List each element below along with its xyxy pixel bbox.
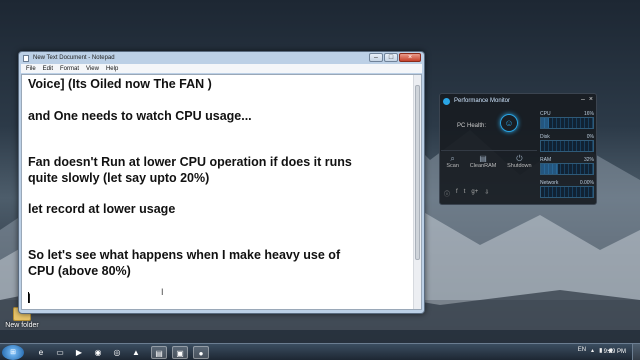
- maximize-button[interactable]: □: [384, 53, 398, 62]
- text-line: Fan doesn't Run at lower CPU operation i…: [28, 155, 352, 169]
- text-line: Voice] (Its Oiled now The FAN ): [28, 77, 212, 91]
- text-line: So let's see what happens when I make he…: [28, 248, 341, 262]
- gadget-left-panel: PC Health: ☺ ⌕ Scan ▤ CleanRAM ⏻ Shutdow…: [441, 109, 537, 204]
- metric-network: Network 0.00%: [538, 178, 596, 200]
- metric-graph: [540, 163, 594, 175]
- gadget-title: Performance Monitor: [454, 98, 511, 104]
- desktop-icon-label: New folder: [5, 322, 39, 329]
- menu-format[interactable]: Format: [60, 66, 79, 72]
- text-line: CPU (above 80%): [28, 264, 131, 278]
- tool-label: Shutdown: [507, 163, 532, 169]
- gadget-tools: ⌕ Scan ▤ CleanRAM ⏻ Shutdown: [441, 150, 537, 169]
- close-icon[interactable]: ×: [589, 96, 593, 103]
- metric-disk: Disk 0%: [538, 132, 596, 154]
- notepad-icon: [23, 54, 29, 62]
- network-icon[interactable]: ▮: [599, 347, 602, 354]
- smiley-icon: ☺: [500, 114, 518, 132]
- taskbar: ⊞ e ▭ ▶ ◉ ◎ ▲ ▤ ▣ ● EN ▴ ▮ ◀ 9:29 PM: [0, 343, 640, 360]
- firefox-icon[interactable]: ◉: [90, 346, 106, 359]
- explorer-icon[interactable]: ▭: [52, 346, 68, 359]
- gadget-header: Performance Monitor: [440, 94, 596, 108]
- info-icon[interactable]: ⓘ: [444, 189, 450, 198]
- shutdown-button[interactable]: ⏻ Shutdown: [507, 154, 531, 169]
- gadget-metrics: CPU 16% Disk 0% RAM 32% Network 0.00%: [538, 109, 596, 204]
- ibeam-cursor-icon: I: [161, 287, 164, 297]
- search-icon: ⌕: [450, 154, 455, 163]
- chrome-icon[interactable]: ◎: [109, 346, 125, 359]
- close-button[interactable]: ×: [399, 53, 421, 62]
- clock[interactable]: 9:29 PM: [604, 349, 626, 355]
- minimize-button[interactable]: –: [369, 53, 383, 62]
- metric-graph: [540, 186, 594, 198]
- menu-edit[interactable]: Edit: [43, 66, 53, 72]
- show-desktop-button[interactable]: [632, 344, 640, 360]
- metric-cpu: CPU 16%: [538, 109, 596, 131]
- minimize-icon[interactable]: –: [581, 96, 585, 103]
- recorder-icon[interactable]: ●: [193, 346, 209, 359]
- memory-icon: ▤: [479, 154, 487, 163]
- window-controls: – □ ×: [369, 53, 421, 62]
- text-caret: [28, 292, 29, 303]
- gadget-controls: – ×: [581, 96, 593, 103]
- scan-button[interactable]: ⌕ Scan: [446, 154, 459, 169]
- metric-graph: [540, 140, 594, 152]
- social-links: ⓘ f t g+ ⇩: [444, 189, 489, 198]
- twitter-icon[interactable]: t: [464, 189, 466, 198]
- metric-ram: RAM 32%: [538, 155, 596, 177]
- vlc-icon[interactable]: ▲: [128, 346, 144, 359]
- notepad-icon[interactable]: ▤: [151, 346, 167, 359]
- text-line: quite slowly (let say upto 20%): [28, 171, 210, 185]
- menu-file[interactable]: File: [26, 66, 36, 72]
- windows-start-icon[interactable]: ⊞: [2, 345, 24, 360]
- google-plus-icon[interactable]: g+: [471, 189, 478, 198]
- notepad-window[interactable]: New Text Document - Notepad – □ × File E…: [18, 51, 425, 314]
- performance-monitor-logo-icon: [443, 97, 450, 105]
- cleanram-button[interactable]: ▤ CleanRAM: [470, 154, 497, 169]
- facebook-icon[interactable]: f: [456, 189, 458, 198]
- text-line: and One needs to watch CPU usage...: [28, 109, 252, 123]
- tray-arrow-icon[interactable]: ▴: [591, 347, 594, 354]
- vertical-scrollbar[interactable]: [413, 75, 421, 309]
- metric-graph: [540, 117, 594, 129]
- pc-health-label: PC Health:: [457, 123, 487, 129]
- window-title: New Text Document - Notepad: [33, 55, 115, 61]
- download-icon[interactable]: ⇩: [484, 189, 489, 198]
- text-editor-area[interactable]: Voice] (Its Oiled now The FAN ) and One …: [21, 74, 422, 310]
- media-player-icon[interactable]: ▶: [71, 346, 87, 359]
- tool-label: CleanRAM: [469, 163, 497, 169]
- menu-help[interactable]: Help: [106, 66, 118, 72]
- scrollbar-thumb[interactable]: [415, 85, 420, 260]
- menu-view[interactable]: View: [86, 66, 99, 72]
- notepad-titlebar[interactable]: New Text Document - Notepad: [19, 52, 424, 64]
- menu-bar: File Edit Format View Help: [21, 64, 422, 73]
- performance-monitor-gadget[interactable]: Performance Monitor – × PC Health: ☺ ⌕ S…: [439, 93, 597, 205]
- power-icon: ⏻: [516, 154, 523, 163]
- language-indicator[interactable]: EN: [578, 347, 586, 354]
- ie-icon[interactable]: e: [33, 346, 49, 359]
- text-line: let record at lower usage: [28, 202, 176, 216]
- tool-label: Scan: [446, 163, 459, 169]
- app-icon[interactable]: ▣: [172, 346, 188, 359]
